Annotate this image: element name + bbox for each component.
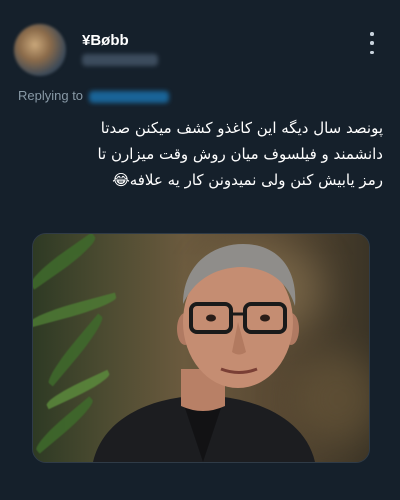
display-name[interactable]: ¥Bøbb (82, 32, 129, 49)
avatar[interactable] (14, 24, 66, 76)
man-portrait (93, 244, 315, 462)
tweet-text-line-with-emoji: رمز یابیش کنن ولی نمیدونن کار یه علافه😂 (18, 167, 383, 193)
tweet-text: پونصد سال دیگه این کاغذو کشف میکنن صدتا … (18, 115, 383, 193)
replying-to-handle-blurred[interactable] (88, 90, 169, 103)
tweet-text-line: دانشمند و فیلسوف میان روش وقت میزارن تا (97, 145, 383, 163)
replying-to-label: Replying to (18, 88, 84, 103)
tweet-text-line: رمز یابیش کنن ولی نمیدونن کار یه علافه (129, 171, 383, 189)
tweet-text-line: پونصد سال دیگه این کاغذو کشف میکنن صدتا (100, 119, 383, 137)
more-vertical-icon[interactable] (364, 32, 380, 54)
replying-to: Replying to (18, 88, 169, 103)
username-blurred[interactable] (82, 54, 158, 66)
tweet-card[interactable]: ¥Bøbb Replying to پونصد سال دیگه این کاغ… (0, 0, 400, 500)
tweet-media-image[interactable] (32, 233, 370, 463)
face-with-tears-of-joy-icon: 😂 (112, 171, 130, 189)
